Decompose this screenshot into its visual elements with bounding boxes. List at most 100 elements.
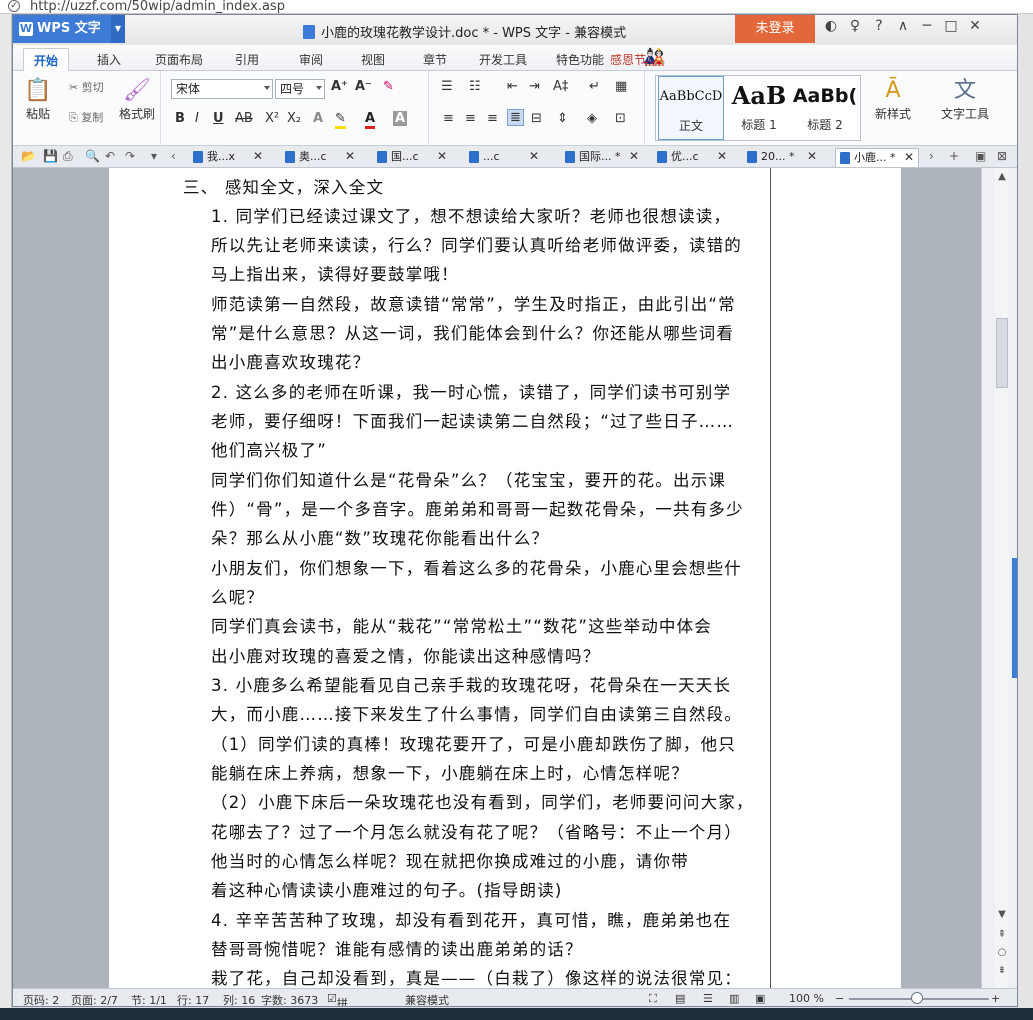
table-button[interactable]: ▦ xyxy=(615,79,627,94)
justify-button[interactable]: ≣ xyxy=(507,109,524,126)
superscript-button[interactable]: X² xyxy=(265,111,279,126)
text-effect-button[interactable]: A xyxy=(313,111,323,126)
copy-button[interactable]: ⎘ 复制 xyxy=(69,109,103,125)
tab-developer[interactable]: 开发工具 xyxy=(479,51,527,68)
doc-tab-active[interactable]: 小鹿... * ✕ xyxy=(835,148,919,167)
font-name-select[interactable]: 宋体 xyxy=(171,79,273,99)
status-column[interactable]: 列: 16 xyxy=(223,992,255,1006)
status-spell-check[interactable]: ☑ 拼写检查 xyxy=(327,992,348,1006)
tab-thanksgiving[interactable]: 感恩节 xyxy=(610,51,646,68)
next-page-icon[interactable]: ⇟ xyxy=(995,964,1009,978)
tab-list-icon[interactable]: ▣ xyxy=(975,149,986,163)
bullet-list-button[interactable]: ☰ xyxy=(441,79,453,94)
app-menu-button[interactable]: W WPS 文字 ▼ xyxy=(13,15,125,43)
text-tools-button[interactable]: 文 文字工具 xyxy=(935,77,995,122)
distributed-button[interactable]: ⊟ xyxy=(531,111,542,126)
login-button[interactable]: 未登录 xyxy=(735,15,815,43)
font-color-button[interactable]: A xyxy=(365,111,376,129)
tab-insert[interactable]: 插入 xyxy=(97,51,121,68)
tabs-scroll-right-icon[interactable]: › xyxy=(929,149,934,163)
help-icon[interactable]: ? xyxy=(867,18,891,34)
close-icon[interactable]: ✕ xyxy=(345,148,355,165)
tab-home[interactable]: 开始 xyxy=(23,48,70,71)
status-row[interactable]: 行: 17 xyxy=(177,992,209,1006)
zoom-level[interactable]: 100 % xyxy=(789,992,824,1005)
tab-references[interactable]: 引用 xyxy=(235,51,259,68)
status-page-number[interactable]: 页码: 2 xyxy=(23,992,59,1006)
close-icon[interactable]: ✕ xyxy=(629,148,639,165)
zoom-slider-thumb[interactable] xyxy=(911,992,923,1004)
zoom-in-icon[interactable]: + xyxy=(991,992,1000,1005)
close-icon[interactable]: ✕ xyxy=(807,148,817,165)
grow-font-button[interactable]: A⁺ xyxy=(331,79,348,94)
skin-icon[interactable]: ◐ xyxy=(819,18,843,34)
clear-format-button[interactable]: ✎ xyxy=(383,79,394,94)
numbered-list-button[interactable]: ☷ xyxy=(469,79,481,94)
reading-view-icon[interactable]: ▣ xyxy=(755,992,765,1005)
close-icon[interactable]: ✕ xyxy=(437,148,447,165)
bold-button[interactable]: B xyxy=(175,111,185,126)
doc-tab[interactable]: 20... * ✕ xyxy=(743,148,817,167)
print-icon[interactable]: ⎙ xyxy=(63,149,73,164)
tab-chapter[interactable]: 章节 xyxy=(423,51,447,68)
subscript-button[interactable]: X₂ xyxy=(287,111,301,126)
shading-button[interactable]: ◈ xyxy=(587,111,597,126)
align-left-button[interactable]: ≡ xyxy=(443,111,454,126)
user-icon[interactable]: ♀ xyxy=(843,18,867,34)
close-icon[interactable]: ✕ xyxy=(717,148,727,165)
close-icon[interactable]: ✕ xyxy=(904,149,914,166)
status-pages[interactable]: 页面: 2/7 xyxy=(71,992,118,1006)
tab-page-layout[interactable]: 页面布局 xyxy=(155,51,203,68)
maximize-button[interactable]: □ xyxy=(939,18,963,34)
tab-view[interactable]: 视图 xyxy=(361,51,385,68)
undo-icon[interactable]: ↶ xyxy=(105,149,115,163)
document-page[interactable]: 三、 感知全文，深入全文 1. 同学们已经读过课文了，想不想读给大家听？老师也很… xyxy=(109,168,901,988)
new-tab-icon[interactable]: + xyxy=(949,149,959,163)
save-icon[interactable]: 💾 xyxy=(43,149,58,163)
style-normal[interactable]: AaBbCcD 正文 xyxy=(658,76,724,140)
collapse-ribbon-icon[interactable]: ∧ xyxy=(891,18,915,34)
doc-tab[interactable]: 国际... * ✕ xyxy=(561,148,639,167)
side-panel-handle[interactable] xyxy=(1012,558,1017,678)
outline-view-icon[interactable]: ☰ xyxy=(703,992,713,1005)
align-right-button[interactable]: ≡ xyxy=(487,111,498,126)
scroll-track[interactable] xyxy=(995,168,1009,988)
app-menu-dropdown-icon[interactable]: ▼ xyxy=(111,15,125,43)
web-view-icon[interactable]: ▥ xyxy=(729,992,739,1005)
tab-review[interactable]: 审阅 xyxy=(299,51,323,68)
doc-tab[interactable]: 优...c ✕ xyxy=(653,148,727,167)
new-style-button[interactable]: Ā 新样式 xyxy=(869,77,917,122)
status-word-count[interactable]: 字数: 3673 xyxy=(261,992,318,1006)
style-heading-2[interactable]: AaBb( 标题 2 xyxy=(792,76,858,140)
cut-button[interactable]: ✂ 剪切 xyxy=(69,79,104,95)
close-button[interactable]: ✕ xyxy=(963,18,987,34)
chinese-layout-button[interactable]: A‡ xyxy=(553,79,568,94)
redo-icon[interactable]: ↷ xyxy=(125,149,135,163)
font-size-select[interactable]: 四号 xyxy=(275,79,325,99)
decrease-indent-button[interactable]: ⇤ xyxy=(507,79,518,94)
scroll-up-icon[interactable]: ▲ xyxy=(995,170,1009,184)
minimize-button[interactable]: ─ xyxy=(915,18,939,34)
close-all-icon[interactable]: ⊠ xyxy=(997,149,1007,163)
format-painter-button[interactable]: 🖌 格式刷 xyxy=(117,77,157,122)
tabs-scroll-left-icon[interactable]: ‹ xyxy=(171,149,176,163)
char-shading-button[interactable]: A xyxy=(393,111,408,126)
fullscreen-view-icon[interactable]: ⛶ xyxy=(649,992,657,1006)
zoom-out-icon[interactable]: − xyxy=(835,992,844,1005)
page-view-icon[interactable]: ▤ xyxy=(675,992,685,1005)
previous-page-icon[interactable]: ⇞ xyxy=(995,928,1009,942)
scroll-down-icon[interactable]: ▼ xyxy=(995,908,1009,922)
border-button[interactable]: ⊡ xyxy=(615,111,626,126)
close-icon[interactable]: ✕ xyxy=(529,148,539,165)
style-heading-1[interactable]: AaB 标题 1 xyxy=(726,76,792,140)
doc-tab[interactable]: 奥...c ✕ xyxy=(281,148,355,167)
doc-tab[interactable]: 我...x ✕ xyxy=(189,148,263,167)
status-section[interactable]: 节: 1/1 xyxy=(131,992,167,1006)
highlight-button[interactable]: ✎ xyxy=(335,111,346,129)
doc-tab[interactable]: 国...c ✕ xyxy=(373,148,447,167)
doc-tab[interactable]: ...c ✕ xyxy=(465,148,539,167)
italic-button[interactable]: I xyxy=(195,111,199,126)
show-marks-button[interactable]: ↵ xyxy=(589,79,600,94)
quick-access-dropdown-icon[interactable]: ▾ xyxy=(151,149,157,163)
open-icon[interactable]: 📂 xyxy=(21,149,36,163)
